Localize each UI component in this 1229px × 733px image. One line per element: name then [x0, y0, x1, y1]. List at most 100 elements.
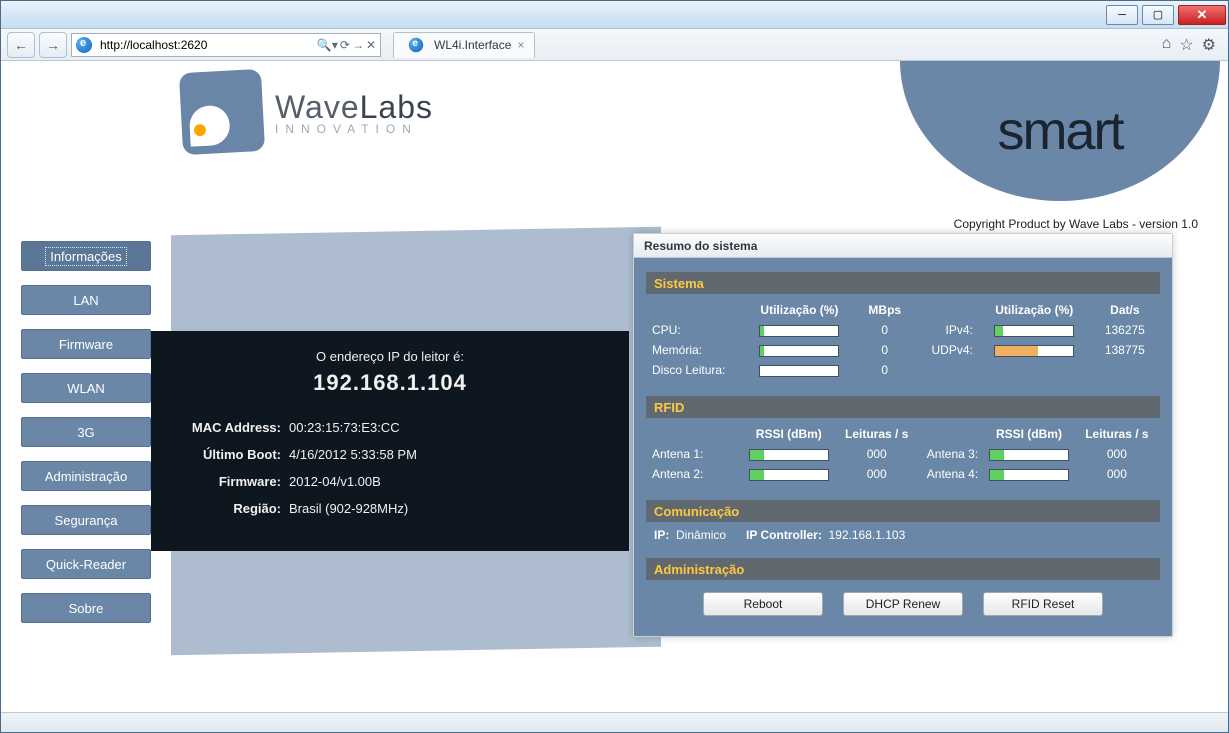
info-panel: O endereço IP do leitor é: 192.168.1.104… [151, 331, 629, 551]
ip-label: O endereço IP do leitor é: [175, 349, 605, 364]
copyright-text: Copyright Product by Wave Labs - version… [954, 217, 1198, 231]
section-sistema: Sistema [646, 272, 1160, 294]
sys-right-label [911, 360, 975, 380]
antenna-reads: 000 [1078, 464, 1156, 484]
url-tools: 🔍▾ ⟳ → ✕ [313, 38, 380, 52]
forward-button[interactable]: → [39, 32, 67, 58]
sidebar-item-label: Administração [45, 469, 127, 484]
region-value: Brasil (902-928MHz) [285, 495, 421, 522]
main-body: Informações LAN Firmware WLAN 3G Administraçã… [1, 241, 1228, 732]
sidebar-item-quick-reader[interactable]: Quick-Reader [21, 549, 151, 579]
sys-right-label: IPv4: [911, 320, 975, 340]
settings-icon[interactable]: ⚙ [1202, 35, 1216, 55]
sys-left-mbps: 0 [859, 320, 911, 340]
antenna-rssi-bar [740, 444, 838, 464]
logo: WaveLabs INNOVATION [181, 71, 433, 153]
page-content: WaveLabs INNOVATION smart Copyright Prod… [1, 61, 1228, 732]
dhcp-renew-button[interactable]: DHCP Renew [843, 592, 963, 616]
brand-sub: INNOVATION [275, 122, 433, 136]
reboot-button[interactable]: Reboot [703, 592, 823, 616]
sidebar-item-label: WLAN [67, 381, 105, 396]
sidebar-item-3g[interactable]: 3G [21, 417, 151, 447]
logo-badge-icon [179, 69, 265, 155]
brand-main: Wave [275, 89, 360, 125]
minimize-button[interactable]: ─ [1106, 5, 1138, 25]
section-admin: Administração [646, 558, 1160, 580]
sidebar-item-sobre[interactable]: Sobre [21, 593, 151, 623]
browser-tab[interactable]: WL4i.Interface × [393, 32, 535, 58]
antenna-label: Antena 1: [650, 444, 740, 464]
antenna-rssi-bar [740, 464, 838, 484]
url-input[interactable] [96, 38, 313, 52]
logo-text: WaveLabs INNOVATION [275, 89, 433, 136]
sidebar-item-wlan[interactable]: WLAN [21, 373, 151, 403]
antenna-rssi-bar [980, 444, 1078, 464]
section-comm: Comunicação [646, 500, 1160, 522]
col-util2: Utilização (%) [975, 300, 1094, 320]
antenna-reads: 000 [838, 444, 916, 464]
ip-value: 192.168.1.104 [175, 370, 605, 396]
boot-label: Último Boot: [175, 441, 285, 468]
col-reads1: Leituras / s [838, 424, 916, 444]
antenna-reads: 000 [1078, 444, 1156, 464]
sidebar-item-administra-o[interactable]: Administração [21, 461, 151, 491]
boot-value: 4/16/2012 5:33:58 PM [285, 441, 421, 468]
sidebar-item-label: Firmware [59, 337, 113, 352]
sidebar-item-firmware[interactable]: Firmware [21, 329, 151, 359]
favorites-icon[interactable]: ☆ [1179, 35, 1193, 55]
window-titlebar: ─ ▢ ✕ [1, 1, 1228, 29]
maximize-button[interactable]: ▢ [1142, 5, 1174, 25]
antenna-reads: 000 [838, 464, 916, 484]
smart-badge: smart [900, 61, 1220, 201]
sys-right-bar [975, 320, 1094, 340]
col-reads2: Leituras / s [1078, 424, 1156, 444]
rfid-row: Antena 1:000Antena 3:000 [650, 444, 1156, 464]
mac-label: MAC Address: [175, 414, 285, 441]
close-button[interactable]: ✕ [1178, 5, 1226, 25]
sys-left-mbps: 0 [859, 340, 911, 360]
sistema-row: Disco Leitura:0 [650, 360, 1156, 380]
browser-window: ─ ▢ ✕ ← → 🔍▾ ⟳ → ✕ WL4i.Interface × ⌂ ☆ [0, 0, 1229, 733]
sidebar: Informações LAN Firmware WLAN 3G Administraçã… [21, 241, 151, 623]
rfid-row: Antena 2:000Antena 4:000 [650, 464, 1156, 484]
rfid-reset-button[interactable]: RFID Reset [983, 592, 1103, 616]
back-button[interactable]: ← [7, 32, 35, 58]
comm-row: IP: Dinâmico IP Controller: 192.168.1.10… [646, 522, 1160, 552]
sys-right-dats: 138775 [1094, 340, 1156, 360]
address-bar[interactable]: 🔍▾ ⟳ → ✕ [71, 33, 381, 57]
col-dats: Dat/s [1094, 300, 1156, 320]
antenna-label: Antena 2: [650, 464, 740, 484]
sidebar-item-lan[interactable]: LAN [21, 285, 151, 315]
refresh-icon[interactable]: ⟳ [340, 38, 350, 52]
sidebar-item-label: Segurança [55, 513, 118, 528]
antenna-label: Antena 3: [916, 444, 980, 464]
browser-right-tools: ⌂ ☆ ⚙ [1162, 35, 1222, 55]
comm-ctrl-ip: 192.168.1.103 [829, 528, 906, 542]
tab-close-icon[interactable]: × [517, 38, 524, 52]
sidebar-item-label: Sobre [69, 601, 104, 616]
admin-buttons: Reboot DHCP Renew RFID Reset [646, 580, 1160, 620]
sys-left-label: Disco Leitura: [650, 360, 740, 380]
sidebar-item-label: LAN [73, 293, 98, 308]
antenna-label: Antena 4: [916, 464, 980, 484]
sidebar-item-seguran-a[interactable]: Segurança [21, 505, 151, 535]
summary-panel: Resumo do sistema Sistema Utilização (%)… [633, 233, 1173, 637]
col-rssi1: RSSI (dBm) [740, 424, 838, 444]
stop-icon[interactable]: → [352, 38, 364, 52]
sys-left-label: CPU: [650, 320, 740, 340]
stop-x-icon[interactable]: ✕ [366, 38, 376, 52]
sidebar-item-informa-es[interactable]: Informações [21, 241, 151, 271]
sistema-row: CPU:0IPv4:136275 [650, 320, 1156, 340]
ie-icon [76, 37, 92, 53]
sys-left-bar [740, 360, 859, 380]
home-icon[interactable]: ⌂ [1162, 35, 1172, 55]
sys-left-bar [740, 320, 859, 340]
brand-bold: Labs [360, 89, 433, 125]
sidebar-item-label: Quick-Reader [46, 557, 126, 572]
comm-ip-label: IP: [654, 528, 669, 542]
sys-left-bar [740, 340, 859, 360]
col-mbps: MBps [859, 300, 911, 320]
fw-value: 2012-04/v1.00B [285, 468, 421, 495]
region-label: Região: [175, 495, 285, 522]
search-icon[interactable]: 🔍▾ [317, 38, 338, 52]
